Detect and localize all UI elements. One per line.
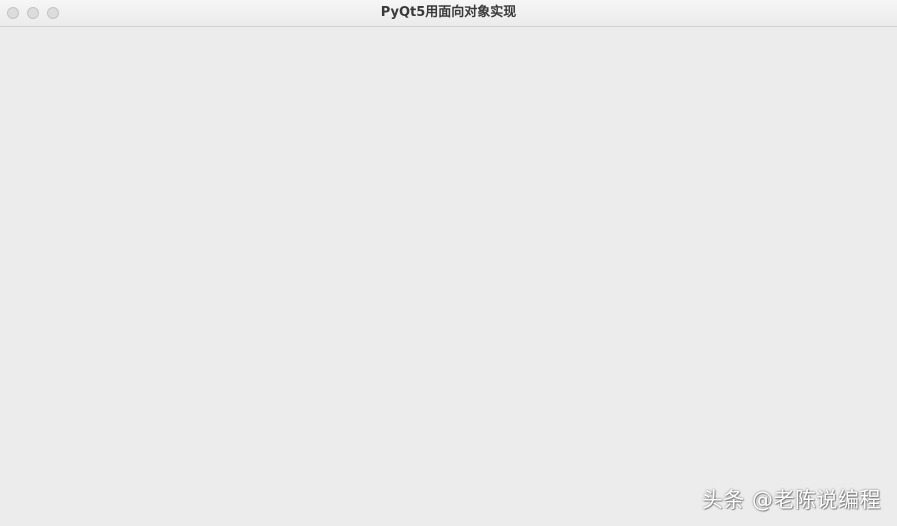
watermark-text: 头条 @老陈说编程 — [701, 488, 881, 512]
window-content-area — [0, 27, 897, 526]
title-bar[interactable]: PyQt5用面向对象实现 — [0, 0, 897, 27]
app-window: PyQt5用面向对象实现 头条 @老陈说编程 — [0, 0, 897, 526]
window-title: PyQt5用面向对象实现 — [380, 5, 517, 20]
